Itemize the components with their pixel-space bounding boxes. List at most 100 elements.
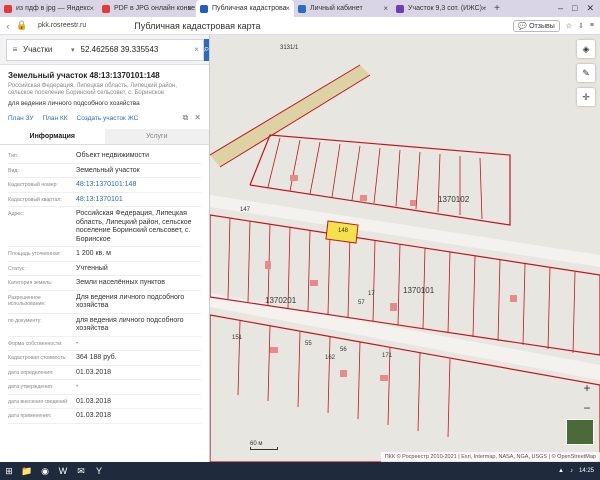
- info-key: Категория земель:: [8, 280, 53, 286]
- maximize-icon[interactable]: □: [572, 3, 577, 14]
- info-row-type: Тип: Объект недвижимости: [8, 149, 201, 164]
- info-value: Российская Федерация, Липецкая область, …: [76, 210, 192, 243]
- object-type-select[interactable]: Участки: [23, 45, 71, 54]
- zoom-out-icon[interactable]: −: [584, 401, 594, 415]
- close-window-icon[interactable]: ✕: [586, 3, 594, 14]
- info-value: 01.03.2018: [76, 368, 112, 376]
- search-button[interactable]: ⌕: [203, 38, 209, 61]
- zoom-in-icon[interactable]: +: [584, 381, 594, 395]
- page-title: Публичная кадастровая карта: [134, 20, 261, 31]
- parcel-number-label: 55: [305, 341, 312, 347]
- clear-icon[interactable]: ×: [191, 45, 203, 54]
- info-key: Адрес:: [8, 211, 25, 217]
- tab-cadastral-map[interactable]: Публичная кадастрова ×: [196, 0, 294, 17]
- parcel-number-label: 171: [382, 353, 393, 359]
- parcel-header: Земельный участок 48:13:1370101:148 Росс…: [0, 65, 209, 123]
- start-icon[interactable]: ⊞: [0, 462, 18, 480]
- info-row-date-entered: дата внесения сведений: 01.03.2018: [8, 395, 201, 409]
- panel-tabs: Информация Услуги: [0, 129, 209, 145]
- folder-icon[interactable]: 📁: [18, 462, 36, 480]
- locate-button[interactable]: ✛: [577, 88, 595, 106]
- close-tab-icon[interactable]: ×: [187, 4, 192, 13]
- parcel-purpose: для ведения личного подсобного хозяйства: [8, 100, 140, 107]
- url-field[interactable]: pkk.rosreestr.ru: [38, 22, 86, 29]
- menu-hamburger-icon[interactable]: ≡: [7, 45, 23, 54]
- info-key: Тип:: [8, 153, 19, 159]
- new-tab-button[interactable]: +: [490, 3, 504, 14]
- info-value: -: [76, 383, 79, 390]
- bookmark-icon[interactable]: ☆: [566, 22, 572, 30]
- tab-services[interactable]: Услуги: [104, 129, 209, 144]
- parcel-number-label: 57: [358, 300, 365, 306]
- map-attribution: ПКК © Росреестр 2010-2021 | Esri, Interm…: [380, 452, 600, 462]
- close-tab-icon[interactable]: ×: [89, 4, 94, 13]
- chevron-down-icon[interactable]: ▾: [71, 46, 75, 54]
- plan-zu-link[interactable]: План ЗУ: [8, 115, 33, 122]
- info-value: Объект недвижимости: [76, 152, 150, 159]
- word-icon[interactable]: W: [54, 462, 72, 480]
- basemap-thumbnail[interactable]: [566, 419, 594, 445]
- tab-information[interactable]: Информация: [0, 129, 105, 144]
- create-parcel-link[interactable]: Создать участок ЖС: [77, 115, 139, 122]
- mail-icon[interactable]: ✉: [72, 462, 90, 480]
- menu-icon[interactable]: ≡: [590, 22, 594, 29]
- info-row-date-applied: дата применения: 01.03.2018: [8, 409, 201, 424]
- crosshair-icon: ✛: [582, 91, 590, 102]
- close-tab-icon[interactable]: ×: [383, 4, 388, 13]
- info-key: дата внесения сведений:: [8, 398, 69, 405]
- layers-button[interactable]: ◈: [577, 40, 595, 58]
- info-value: Земли населённых пунктов: [76, 279, 166, 286]
- minimize-icon[interactable]: –: [558, 3, 563, 14]
- close-tab-icon[interactable]: ×: [285, 4, 290, 13]
- reviews-button[interactable]: 💬 Отзывы: [513, 19, 560, 32]
- back-icon[interactable]: ‹: [2, 21, 14, 31]
- download-icon[interactable]: ⇩: [578, 22, 584, 30]
- info-row-by-document: по документу: для ведения личного подсобн…: [8, 314, 201, 337]
- info-key: Кадастровая стоимость:: [8, 355, 67, 361]
- tab-label: Личный кабинет: [310, 5, 363, 12]
- parcel-links: План ЗУ План КК Создать участок ЖС ⧉ ✕: [8, 113, 201, 123]
- info-value: Для ведения личного подсобного хозяйства: [76, 293, 185, 310]
- info-table: Тип: Объект недвижимости Вид: Земельный уч…: [0, 145, 209, 424]
- info-key: Форма собственности:: [8, 340, 63, 347]
- plan-kk-link[interactable]: План КК: [42, 115, 67, 122]
- tab-yandex[interactable]: из пдф в jpg — Яндекс ×: [0, 0, 98, 17]
- info-panel: ≡ Участки ▾ × ⌕ Земельный участок 48:13:…: [0, 35, 210, 462]
- tab-personal-cabinet[interactable]: Личный кабинет ×: [294, 0, 392, 17]
- info-value: -: [76, 339, 79, 347]
- parcel-number-label: 147: [240, 207, 251, 213]
- browser-tab-bar: из пдф в jpg — Яндекс × PDF в JPG онлайн …: [0, 0, 600, 17]
- close-tab-icon[interactable]: ×: [481, 4, 486, 13]
- quarter-label: 1370201: [265, 296, 297, 305]
- search-input[interactable]: [80, 45, 191, 54]
- tab-listing[interactable]: Участок 9,3 сот. (ИЖС) - ×: [392, 0, 490, 17]
- measure-button[interactable]: ✎: [577, 64, 595, 82]
- clock[interactable]: 14:25: [579, 468, 594, 474]
- quarter-label: 1370102: [438, 195, 470, 204]
- cadastral-number-link[interactable]: 48:13:1370101:148: [76, 180, 201, 190]
- parcel-number-label: 56: [340, 347, 347, 353]
- info-key: дата определения:: [8, 369, 54, 376]
- info-value: 1 200 кв. м: [76, 250, 111, 257]
- info-key: Кадастровый квартал:: [8, 196, 62, 203]
- volume-icon[interactable]: ♪: [570, 468, 573, 474]
- cadastral-map[interactable]: 1370102 1370101 1370201 3131/1 148 147 1…: [210, 35, 600, 462]
- layers-icon: ◈: [582, 43, 590, 54]
- info-row-kind: Вид: Земельный участок: [8, 164, 201, 178]
- scale-bar: [250, 447, 278, 450]
- info-row-area: Площадь уточненная: 1 200 кв. м: [8, 247, 201, 262]
- tab-label: Участок 9,3 сот. (ИЖС) -: [408, 5, 487, 12]
- copy-icon[interactable]: ⧉: [183, 113, 189, 123]
- tab-pdf[interactable]: PDF в JPG онлайн конве ×: [98, 0, 196, 17]
- chat-icon: 💬: [518, 22, 528, 30]
- road-label: 3131/1: [280, 45, 299, 51]
- info-row-date-determined: дата определения: 01.03.2018: [8, 366, 201, 380]
- browser-icon[interactable]: ◉: [36, 462, 54, 480]
- close-icon[interactable]: ✕: [194, 113, 201, 123]
- cadastral-quarter-link[interactable]: 48:13:1370101: [76, 195, 201, 205]
- network-icon[interactable]: ▲: [558, 468, 564, 474]
- ruler-icon: ✎: [582, 67, 590, 78]
- lock-icon: 🔒: [16, 20, 28, 30]
- info-row-address: Адрес: Российская Федерация, Липецкая обл…: [8, 207, 201, 247]
- yandex-icon[interactable]: Y: [90, 462, 108, 480]
